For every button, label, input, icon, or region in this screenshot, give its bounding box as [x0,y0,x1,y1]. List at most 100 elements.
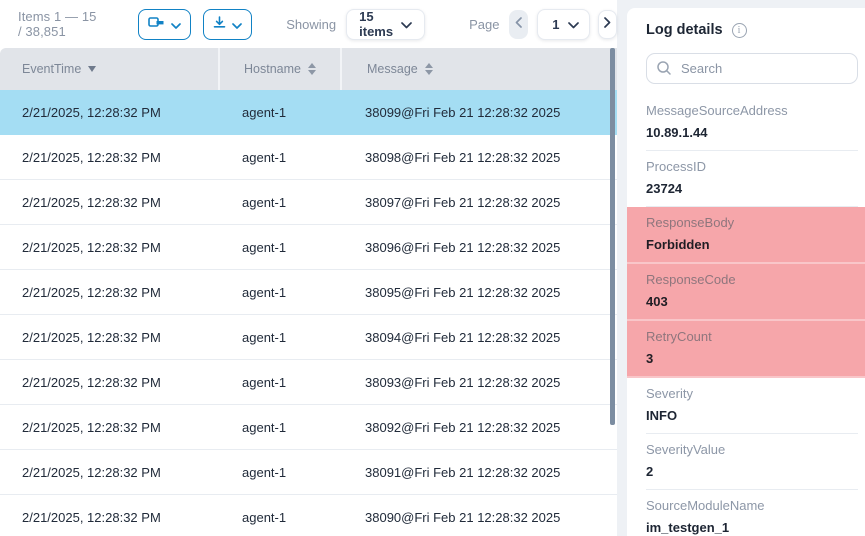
log-detail-field[interactable]: ResponseBody Forbidden [627,207,865,264]
table-row[interactable]: 2/21/2025, 12:28:32 PM agent-1 38093@Fri… [0,360,617,405]
cell-message: 38093@Fri Feb 21 12:28:32 2025 [340,375,617,390]
chevron-down-icon [568,17,579,32]
log-table-section: Items 1 — 15 / 38,851 [0,0,617,536]
cell-hostname: agent-1 [218,105,340,120]
cell-hostname: agent-1 [218,510,340,525]
page-number-select[interactable]: 1 [537,9,589,40]
log-details-title: Log details [646,22,723,38]
field-value: im_testgen_1 [646,520,858,535]
cell-message: 38097@Fri Feb 21 12:28:32 2025 [340,195,617,210]
log-detail-fields: MessageSourceAddress 10.89.1.44 ProcessI… [646,95,865,536]
cell-hostname: agent-1 [218,420,340,435]
table-row[interactable]: 2/21/2025, 12:28:32 PM agent-1 38095@Fri… [0,270,617,315]
chevron-down-icon [171,17,181,32]
field-value: INFO [646,408,858,423]
column-header-hostname[interactable]: Hostname [218,48,340,90]
download-icon [213,16,226,32]
log-details-section: Log details i MessageSourceAddress 10.89… [617,0,865,536]
details-search-input[interactable] [646,53,858,84]
log-detail-field[interactable]: SourceModuleName im_testgen_1 [646,490,858,536]
table-row[interactable]: 2/21/2025, 12:28:32 PM agent-1 38097@Fri… [0,180,617,225]
column-header-eventtime[interactable]: EventTime [0,48,218,90]
cell-message: 38092@Fri Feb 21 12:28:32 2025 [340,420,617,435]
sort-both-icon [425,63,433,75]
page-label: Page [469,17,499,32]
cell-hostname: agent-1 [218,150,340,165]
chevron-down-icon [232,17,242,32]
cell-hostname: agent-1 [218,240,340,255]
cell-message: 38094@Fri Feb 21 12:28:32 2025 [340,330,617,345]
page-size-value: 15 items [359,9,393,39]
log-table: EventTime Hostname Message 2/21/2025, 12… [0,48,617,536]
field-key: ProcessID [646,159,858,174]
log-detail-field[interactable]: RetryCount 3 [627,321,865,378]
table-toolbar: Items 1 — 15 / 38,851 [0,0,617,48]
cell-message: 38099@Fri Feb 21 12:28:32 2025 [340,105,617,120]
search-icon [656,60,672,81]
cell-event-time: 2/21/2025, 12:28:32 PM [0,375,218,390]
field-value: 10.89.1.44 [646,125,858,140]
log-detail-field[interactable]: ResponseCode 403 [627,264,865,321]
export-button[interactable] [203,9,252,40]
table-row[interactable]: 2/21/2025, 12:28:32 PM agent-1 38091@Fri… [0,450,617,495]
field-value: 23724 [646,181,858,196]
showing-label: Showing [286,17,336,32]
field-key: SeverityValue [646,442,858,457]
table-header: EventTime Hostname Message [0,48,617,90]
log-detail-field[interactable]: SeverityValue 2 [646,434,858,490]
info-icon[interactable]: i [732,23,747,38]
table-row[interactable]: 2/21/2025, 12:28:32 PM agent-1 38098@Fri… [0,135,617,180]
log-viewer-app: Items 1 — 15 / 38,851 [0,0,865,536]
chevron-down-icon [401,17,412,32]
cell-hostname: agent-1 [218,330,340,345]
sort-both-icon [308,63,316,75]
table-body: 2/21/2025, 12:28:32 PM agent-1 38099@Fri… [0,90,617,536]
cell-event-time: 2/21/2025, 12:28:32 PM [0,465,218,480]
cell-message: 38098@Fri Feb 21 12:28:32 2025 [340,150,617,165]
table-row[interactable]: 2/21/2025, 12:28:32 PM agent-1 38096@Fri… [0,225,617,270]
table-row[interactable]: 2/21/2025, 12:28:32 PM agent-1 38092@Fri… [0,405,617,450]
cell-event-time: 2/21/2025, 12:28:32 PM [0,150,218,165]
column-label: Hostname [244,62,301,76]
column-label: EventTime [22,62,81,76]
cell-message: 38090@Fri Feb 21 12:28:32 2025 [340,510,617,525]
field-value: 3 [646,351,865,366]
table-row[interactable]: 2/21/2025, 12:28:32 PM agent-1 38094@Fri… [0,315,617,360]
page-size-select[interactable]: 15 items [346,9,425,40]
table-row[interactable]: 2/21/2025, 12:28:32 PM agent-1 38099@Fri… [0,90,617,135]
field-key: Severity [646,386,858,401]
field-key: MessageSourceAddress [646,103,858,118]
chevron-left-icon [515,15,522,33]
field-value: 2 [646,464,858,479]
cell-hostname: agent-1 [218,465,340,480]
column-settings-icon [148,17,165,32]
cell-event-time: 2/21/2025, 12:28:32 PM [0,330,218,345]
previous-page-button[interactable] [509,10,528,39]
cell-message: 38095@Fri Feb 21 12:28:32 2025 [340,285,617,300]
cell-message: 38091@Fri Feb 21 12:28:32 2025 [340,465,617,480]
cell-event-time: 2/21/2025, 12:28:32 PM [0,420,218,435]
field-key: RetryCount [646,329,865,344]
cell-event-time: 2/21/2025, 12:28:32 PM [0,105,218,120]
cell-hostname: agent-1 [218,375,340,390]
cell-event-time: 2/21/2025, 12:28:32 PM [0,510,218,525]
cell-event-time: 2/21/2025, 12:28:32 PM [0,285,218,300]
cell-hostname: agent-1 [218,285,340,300]
page-number-value: 1 [552,17,559,32]
field-key: ResponseCode [646,272,865,287]
cell-event-time: 2/21/2025, 12:28:32 PM [0,240,218,255]
cell-hostname: agent-1 [218,195,340,210]
cell-message: 38096@Fri Feb 21 12:28:32 2025 [340,240,617,255]
log-details-card: Log details i MessageSourceAddress 10.89… [627,8,865,536]
table-row[interactable]: 2/21/2025, 12:28:32 PM agent-1 38090@Fri… [0,495,617,536]
sort-desc-icon [88,66,96,72]
next-page-button[interactable] [598,10,618,39]
column-header-message[interactable]: Message [340,48,617,90]
log-detail-field[interactable]: MessageSourceAddress 10.89.1.44 [646,95,858,151]
field-value: 403 [646,294,865,309]
log-detail-field[interactable]: Severity INFO [646,378,858,434]
table-scrollbar[interactable] [610,48,615,425]
column-settings-button[interactable] [138,9,191,40]
field-value: Forbidden [646,237,865,252]
log-detail-field[interactable]: ProcessID 23724 [646,151,858,207]
